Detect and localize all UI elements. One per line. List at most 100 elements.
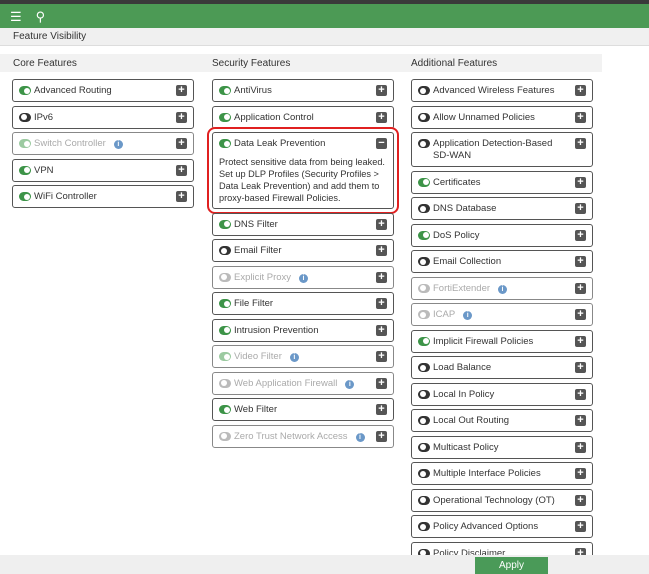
feature-label: IPv6 — [34, 111, 54, 123]
expand-icon[interactable]: + — [376, 85, 387, 96]
expand-icon[interactable]: + — [575, 521, 586, 532]
info-icon[interactable]: i — [299, 273, 309, 283]
toggle-switch[interactable] — [418, 112, 430, 122]
expand-icon[interactable]: + — [575, 441, 586, 453]
expand-icon[interactable]: + — [575, 111, 586, 123]
toggle-switch[interactable] — [418, 257, 430, 266]
info-icon[interactable]: i — [345, 379, 355, 389]
feature-label: Allow Unnamed Policies — [433, 111, 535, 123]
security-features-list: AntiVirus + Application Control + Data Leak … — [207, 79, 399, 451]
toggle-switch[interactable] — [418, 139, 430, 148]
expand-icon[interactable]: + — [575, 309, 586, 320]
expand-icon[interactable]: + — [176, 111, 187, 123]
toggle-switch[interactable] — [19, 192, 31, 201]
menu-icon[interactable]: ☰ — [10, 10, 22, 23]
toggle-switch[interactable] — [418, 469, 430, 478]
feature-label: Application Control — [234, 111, 314, 123]
info-icon[interactable]: i — [498, 284, 508, 294]
toggle-switch[interactable] — [219, 299, 231, 308]
toggle-switch[interactable] — [19, 86, 31, 95]
expand-icon[interactable]: + — [376, 298, 387, 309]
feature-label: File Filter — [234, 298, 274, 309]
expand-icon[interactable]: + — [575, 176, 586, 188]
feature-label: AntiVirus — [234, 85, 272, 96]
feature-label: Video Filter — [234, 351, 282, 362]
feature-item-dns-database: DNS Database + — [411, 197, 593, 220]
toggle-switch[interactable] — [19, 165, 31, 175]
feature-item-zero-trust-network-access: Zero Trust Network Access i + — [212, 424, 394, 448]
expand-icon[interactable]: + — [575, 547, 586, 555]
search-icon[interactable]: ⚲ — [36, 10, 46, 23]
expand-icon[interactable]: + — [176, 164, 187, 176]
expand-icon[interactable]: + — [376, 430, 387, 442]
expand-icon[interactable]: + — [376, 404, 387, 415]
feature-item-application-control: Application Control + — [212, 105, 394, 129]
expand-icon[interactable]: + — [575, 256, 586, 267]
expand-icon[interactable]: + — [376, 218, 387, 230]
feature-item-web-filter: Web Filter + — [212, 398, 394, 421]
info-icon[interactable]: i — [355, 432, 365, 442]
expand-icon[interactable]: + — [376, 245, 387, 256]
feature-label: Advanced Routing — [34, 85, 112, 96]
expand-icon[interactable]: + — [575, 85, 586, 96]
column-headers: Core Features Security Features Addition… — [0, 54, 602, 72]
feature-label: WiFi Controller — [34, 191, 97, 202]
expand-icon[interactable]: + — [575, 229, 586, 241]
feature-label: DoS Policy — [433, 229, 480, 241]
toggle-switch[interactable] — [418, 363, 430, 372]
toggle-switch[interactable] — [219, 139, 231, 148]
toggle-switch[interactable] — [219, 112, 231, 122]
feature-item-antivirus: AntiVirus + — [212, 79, 394, 102]
feature-item-web-application-firewall: Web Application Firewall i + — [212, 371, 394, 395]
feature-label: Application Detection-Based SD-WAN — [433, 138, 553, 161]
toggle-switch[interactable] — [219, 86, 231, 95]
expand-icon[interactable]: + — [376, 271, 387, 283]
toggle-switch[interactable] — [418, 416, 430, 425]
expand-icon[interactable]: + — [176, 138, 187, 149]
toggle-switch[interactable] — [418, 522, 430, 531]
toggle-switch[interactable] — [418, 336, 430, 346]
expand-icon[interactable]: + — [575, 335, 586, 347]
toggle-switch[interactable] — [418, 495, 430, 505]
expand-icon[interactable]: + — [376, 351, 387, 362]
expand-icon[interactable]: + — [575, 138, 586, 149]
expand-icon[interactable]: + — [376, 111, 387, 123]
feature-label: DNS Filter — [234, 218, 278, 230]
toggle-switch[interactable] — [418, 204, 430, 213]
info-icon[interactable]: i — [463, 311, 473, 320]
toggle-switch[interactable] — [418, 389, 430, 399]
expand-icon[interactable]: + — [176, 191, 187, 202]
feature-label: Multiple Interface Policies — [433, 468, 541, 479]
feature-item-intrusion-prevention: Intrusion Prevention + — [212, 318, 394, 342]
toggle-switch[interactable] — [219, 325, 231, 335]
security-features-heading: Security Features — [212, 58, 291, 69]
feature-label: Explicit Proxy — [234, 271, 292, 283]
expand-icon[interactable]: + — [575, 282, 586, 294]
toggle-switch[interactable] — [418, 442, 430, 452]
expand-icon[interactable]: + — [575, 388, 586, 400]
toggle-switch[interactable] — [418, 177, 430, 187]
toggle-switch — [418, 310, 430, 319]
toggle-switch[interactable] — [219, 219, 231, 229]
info-icon[interactable]: i — [113, 140, 123, 149]
expand-icon[interactable]: + — [376, 324, 387, 336]
apply-button[interactable]: Apply — [475, 557, 548, 574]
toggle-switch[interactable] — [219, 246, 231, 255]
expand-icon[interactable]: + — [376, 377, 387, 389]
info-icon[interactable]: i — [289, 353, 299, 362]
expand-icon[interactable]: + — [575, 203, 586, 214]
toggle-switch[interactable] — [19, 112, 31, 122]
expand-icon[interactable]: + — [575, 494, 586, 506]
top-bar: ☰ ⚲ — [0, 4, 649, 28]
toggle-switch[interactable] — [418, 230, 430, 240]
expand-icon[interactable]: + — [575, 362, 586, 373]
expand-icon[interactable]: + — [575, 415, 586, 426]
expand-icon[interactable]: + — [575, 468, 586, 479]
toggle-switch[interactable] — [219, 405, 231, 414]
feature-label: Web Filter — [234, 404, 278, 415]
toggle-switch[interactable] — [418, 86, 430, 95]
feature-item-allow-unnamed-policies: Allow Unnamed Policies + — [411, 105, 593, 129]
feature-item-policy-advanced-options: Policy Advanced Options + — [411, 515, 593, 538]
collapse-icon[interactable]: − — [376, 138, 387, 149]
expand-icon[interactable]: + — [176, 85, 187, 96]
